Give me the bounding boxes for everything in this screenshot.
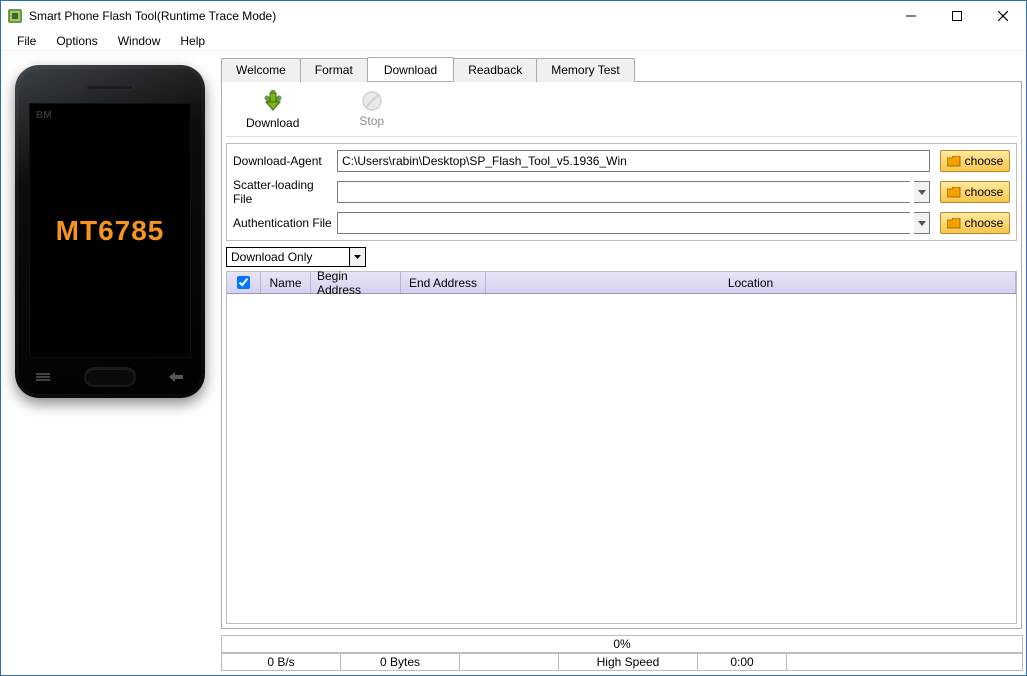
content-area: BM MT6785 Welcome Format Download Readba…	[1, 51, 1026, 675]
menu-window[interactable]: Window	[108, 32, 171, 50]
col-checkbox[interactable]	[227, 272, 261, 293]
phone-chip-label: MT6785	[56, 215, 165, 247]
menu-help[interactable]: Help	[170, 32, 215, 50]
stop-icon	[361, 90, 383, 112]
folder-icon	[947, 187, 961, 197]
progress-bar: 0%	[221, 635, 1023, 653]
phone-back-key-icon	[165, 370, 189, 384]
phone-mockup: BM MT6785	[15, 65, 205, 398]
titlebar: Smart Phone Flash Tool(Runtime Trace Mod…	[1, 1, 1026, 31]
choose-label: choose	[965, 216, 1004, 230]
tab-format[interactable]: Format	[300, 58, 368, 82]
table-body	[227, 294, 1016, 623]
menubar: File Options Window Help	[1, 31, 1026, 51]
status-extra	[786, 653, 1023, 671]
stop-button: Stop	[359, 90, 384, 130]
scatter-file-label: Scatter-loading File	[233, 178, 333, 206]
status-speed: High Speed	[558, 653, 698, 671]
choose-label: choose	[965, 185, 1004, 199]
tab-memory-test[interactable]: Memory Test	[536, 58, 634, 82]
download-agent-input[interactable]	[337, 150, 930, 172]
download-mode-select[interactable]: Download Only	[226, 247, 366, 267]
download-arrow-icon	[261, 90, 285, 114]
download-mode-value: Download Only	[231, 250, 312, 264]
col-location[interactable]: Location	[486, 272, 1016, 293]
col-end-address[interactable]: End Address	[401, 272, 486, 293]
scatter-file-dropdown[interactable]	[914, 181, 930, 203]
phone-menu-key-icon	[31, 370, 55, 384]
download-button[interactable]: Download	[246, 90, 299, 130]
download-agent-row: Download-Agent choose	[233, 150, 1010, 172]
download-button-label: Download	[246, 116, 299, 130]
folder-icon	[947, 156, 961, 166]
window-controls	[888, 1, 1026, 31]
maximize-button[interactable]	[934, 1, 980, 31]
tab-strip: Welcome Format Download Readback Memory …	[221, 57, 1022, 81]
stop-button-label: Stop	[359, 114, 384, 128]
col-begin-address[interactable]: Begin Address	[311, 272, 401, 293]
titlebar-title: Smart Phone Flash Tool(Runtime Trace Mod…	[29, 9, 888, 23]
auth-file-dropdown[interactable]	[914, 212, 930, 234]
status-port	[459, 653, 559, 671]
scatter-file-choose-button[interactable]: choose	[940, 181, 1010, 203]
progress-row: 0%	[221, 635, 1022, 653]
phone-screen: BM MT6785	[29, 103, 191, 358]
phone-home-key	[86, 369, 134, 385]
phone-buttons	[15, 366, 205, 388]
auth-file-row: Authentication File choose	[233, 212, 1010, 234]
close-button[interactable]	[980, 1, 1026, 31]
phone-preview-pane: BM MT6785	[5, 57, 215, 671]
download-panel: Download Stop Download-Agent	[221, 81, 1022, 629]
status-bytes: 0 Bytes	[340, 653, 460, 671]
choose-label: choose	[965, 154, 1004, 168]
scatter-file-row: Scatter-loading File choose	[233, 178, 1010, 206]
folder-icon	[947, 218, 961, 228]
download-agent-choose-button[interactable]: choose	[940, 150, 1010, 172]
download-agent-label: Download-Agent	[233, 154, 333, 168]
file-selection-group: Download-Agent choose Scatter-loading Fi…	[226, 143, 1017, 241]
toolbar: Download Stop	[226, 86, 1017, 137]
status-area: 0% 0 B/s 0 Bytes High Speed 0:00	[221, 635, 1022, 671]
tab-welcome[interactable]: Welcome	[221, 58, 301, 82]
status-time: 0:00	[697, 653, 787, 671]
phone-bm-label: BM	[36, 110, 52, 121]
auth-file-label: Authentication File	[233, 216, 333, 230]
phone-speaker	[86, 85, 134, 90]
stats-row: 0 B/s 0 Bytes High Speed 0:00	[221, 653, 1022, 671]
chevron-down-icon	[349, 248, 365, 266]
select-all-checkbox[interactable]	[237, 276, 250, 289]
app-window: Smart Phone Flash Tool(Runtime Trace Mod…	[0, 0, 1027, 676]
menu-options[interactable]: Options	[46, 32, 107, 50]
main-pane: Welcome Format Download Readback Memory …	[221, 57, 1022, 671]
tab-readback[interactable]: Readback	[453, 58, 537, 82]
minimize-button[interactable]	[888, 1, 934, 31]
col-name[interactable]: Name	[261, 272, 311, 293]
auth-file-input[interactable]	[337, 212, 910, 234]
scatter-file-input[interactable]	[337, 181, 910, 203]
menu-file[interactable]: File	[7, 32, 46, 50]
table-header-row: Name Begin Address End Address Location	[227, 272, 1016, 294]
tab-download[interactable]: Download	[367, 57, 454, 81]
auth-file-choose-button[interactable]: choose	[940, 212, 1010, 234]
app-icon	[7, 8, 23, 24]
partition-table: Name Begin Address End Address Location	[226, 271, 1017, 624]
status-rate: 0 B/s	[221, 653, 341, 671]
